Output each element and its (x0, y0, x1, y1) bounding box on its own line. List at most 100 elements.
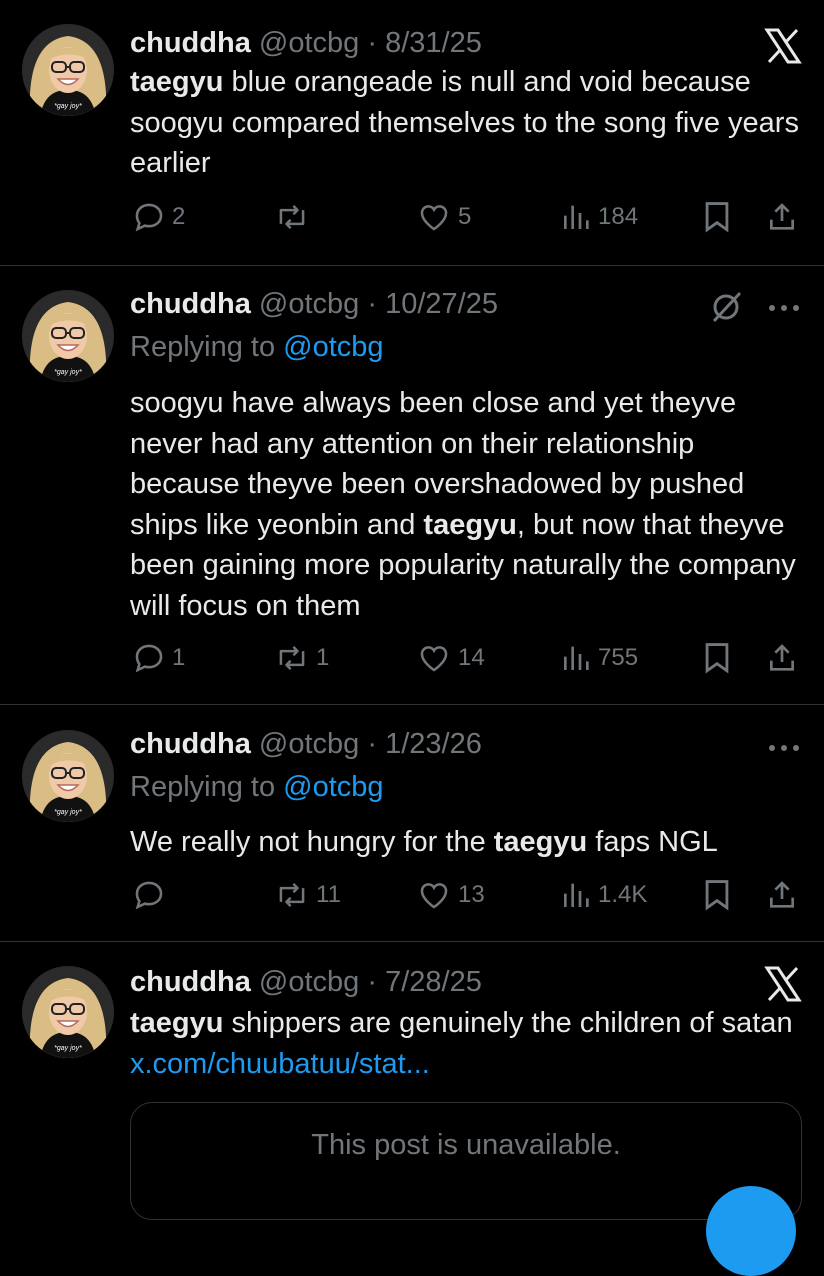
reply-button[interactable] (132, 875, 172, 915)
bookmark-button[interactable] (702, 875, 732, 915)
reply-button[interactable]: 2 (132, 197, 185, 237)
like-button[interactable]: 13 (416, 875, 485, 915)
user-handle[interactable]: @otcbg (259, 288, 359, 320)
bookmark-button[interactable] (702, 638, 732, 678)
tweet-actions: 11 13 1.4K (0, 875, 824, 915)
tweet-text-part: We really not hungry for the (130, 826, 494, 858)
like-count: 5 (458, 203, 472, 230)
share-icon (770, 881, 794, 908)
reply-count: 2 (172, 203, 186, 230)
separator-dot: · (359, 27, 386, 59)
tweet-text-part: faps NGL (587, 826, 718, 858)
more-options-icon[interactable] (766, 740, 802, 758)
views-icon (564, 883, 589, 907)
heart-icon (420, 205, 448, 231)
share-button[interactable] (766, 875, 798, 915)
views-button[interactable]: 755 (560, 638, 638, 678)
keyword: taegyu (493, 826, 588, 858)
repost-button[interactable] (274, 197, 316, 237)
tweet-date[interactable]: 7/28/25 (385, 966, 482, 998)
replying-mention[interactable]: @otcbg (283, 331, 383, 363)
views-icon (564, 646, 589, 670)
reply-icon (135, 203, 163, 232)
unavailable-notice: This post is unavailable. (311, 1129, 621, 1161)
keyword: taegyu (130, 66, 224, 98)
quoted-post-card[interactable]: This post is unavailable. (130, 1102, 802, 1220)
divider (0, 941, 824, 942)
bookmark-icon (705, 880, 729, 911)
share-button[interactable] (766, 638, 798, 678)
tweet-text: taegyu shippers are genuinely the childr… (130, 1003, 810, 1084)
user-handle[interactable]: @otcbg (259, 27, 359, 59)
divider (0, 704, 824, 705)
reply-icon (135, 881, 163, 910)
x-logo-icon (764, 966, 802, 1007)
repost-count: 1 (316, 644, 330, 671)
heart-icon (420, 646, 448, 672)
replying-label: Replying to (130, 331, 284, 363)
display-name[interactable]: chuddha (130, 27, 251, 59)
tweet-text-part: blue orangeade is null and void because … (130, 66, 799, 179)
tweet-header: chuddha @otcbg · 7/28/25 (130, 965, 482, 999)
tweet-actions: 1 1 14 755 (0, 638, 824, 678)
user-handle[interactable]: @otcbg (259, 966, 359, 998)
views-button[interactable]: 1.4K (560, 875, 647, 915)
tweet-header: chuddha @otcbg · 8/31/25 (130, 26, 482, 60)
tweet-text: taegyu blue orangeade is null and void b… (130, 62, 810, 184)
user-handle[interactable]: @otcbg (259, 728, 359, 760)
avatar[interactable]: *gay joy* (22, 290, 114, 382)
replying-mention[interactable]: @otcbg (283, 771, 383, 803)
share-icon (770, 644, 794, 671)
display-name[interactable]: chuddha (130, 288, 251, 320)
bookmark-icon (705, 643, 729, 674)
reply-count: 1 (172, 644, 186, 671)
heart-icon (420, 883, 448, 909)
tweet-date[interactable]: 10/27/25 (385, 288, 498, 320)
display-name[interactable]: chuddha (130, 966, 251, 998)
tweet-header: chuddha @otcbg · 10/27/25 (130, 287, 498, 321)
like-count: 14 (458, 644, 485, 671)
tweet-date[interactable]: 8/31/25 (385, 27, 482, 59)
repost-button[interactable]: 11 (274, 875, 341, 915)
share-button[interactable] (766, 197, 798, 237)
like-button[interactable]: 5 (416, 197, 471, 237)
share-icon (770, 203, 794, 230)
bookmark-button[interactable] (702, 197, 732, 237)
repost-button[interactable]: 1 (274, 638, 329, 678)
keyword: taegyu (423, 508, 517, 541)
replying-label: Replying to (130, 771, 284, 803)
tweet-actions: 2 5 184 (0, 197, 824, 237)
like-button[interactable]: 14 (416, 638, 485, 678)
like-count: 13 (458, 881, 485, 908)
tweet-header: chuddha @otcbg · 1/23/26 (130, 727, 482, 761)
avatar[interactable]: *gay joy* (22, 966, 114, 1058)
avatar-caption: *gay joy* (54, 103, 82, 110)
reply-button[interactable]: 1 (132, 638, 185, 678)
repost-icon (279, 205, 305, 229)
grok-icon[interactable] (708, 290, 744, 329)
more-options-icon[interactable] (766, 300, 802, 318)
avatar[interactable]: *gay joy* (22, 24, 114, 116)
tweet-text: soogyu have always been close and yet th… (130, 383, 810, 626)
divider (0, 265, 824, 266)
repost-count: 11 (316, 881, 341, 908)
avatar-caption: *gay joy* (54, 369, 82, 376)
avatar-caption: *gay joy* (54, 1045, 82, 1052)
display-name[interactable]: chuddha (130, 728, 251, 760)
views-button[interactable]: 184 (560, 197, 638, 237)
keyword: taegyu (130, 1007, 224, 1039)
view-count: 755 (598, 644, 639, 671)
separator-dot: · (359, 288, 386, 320)
avatar-caption: *gay joy* (54, 809, 82, 816)
views-icon (564, 205, 589, 229)
separator-dot: · (359, 728, 386, 760)
tweet-text-part: shippers are genuinely the children of s… (223, 1007, 793, 1039)
tweet-link[interactable]: x.com/chuubatuu/stat... (130, 1048, 430, 1080)
avatar[interactable]: *gay joy* (22, 730, 114, 822)
replying-to: Replying to @otcbg (130, 770, 384, 804)
separator-dot: · (359, 966, 386, 998)
bookmark-icon (705, 202, 729, 233)
view-count: 184 (598, 203, 639, 230)
repost-icon (279, 883, 305, 907)
tweet-date[interactable]: 1/23/26 (385, 728, 482, 760)
